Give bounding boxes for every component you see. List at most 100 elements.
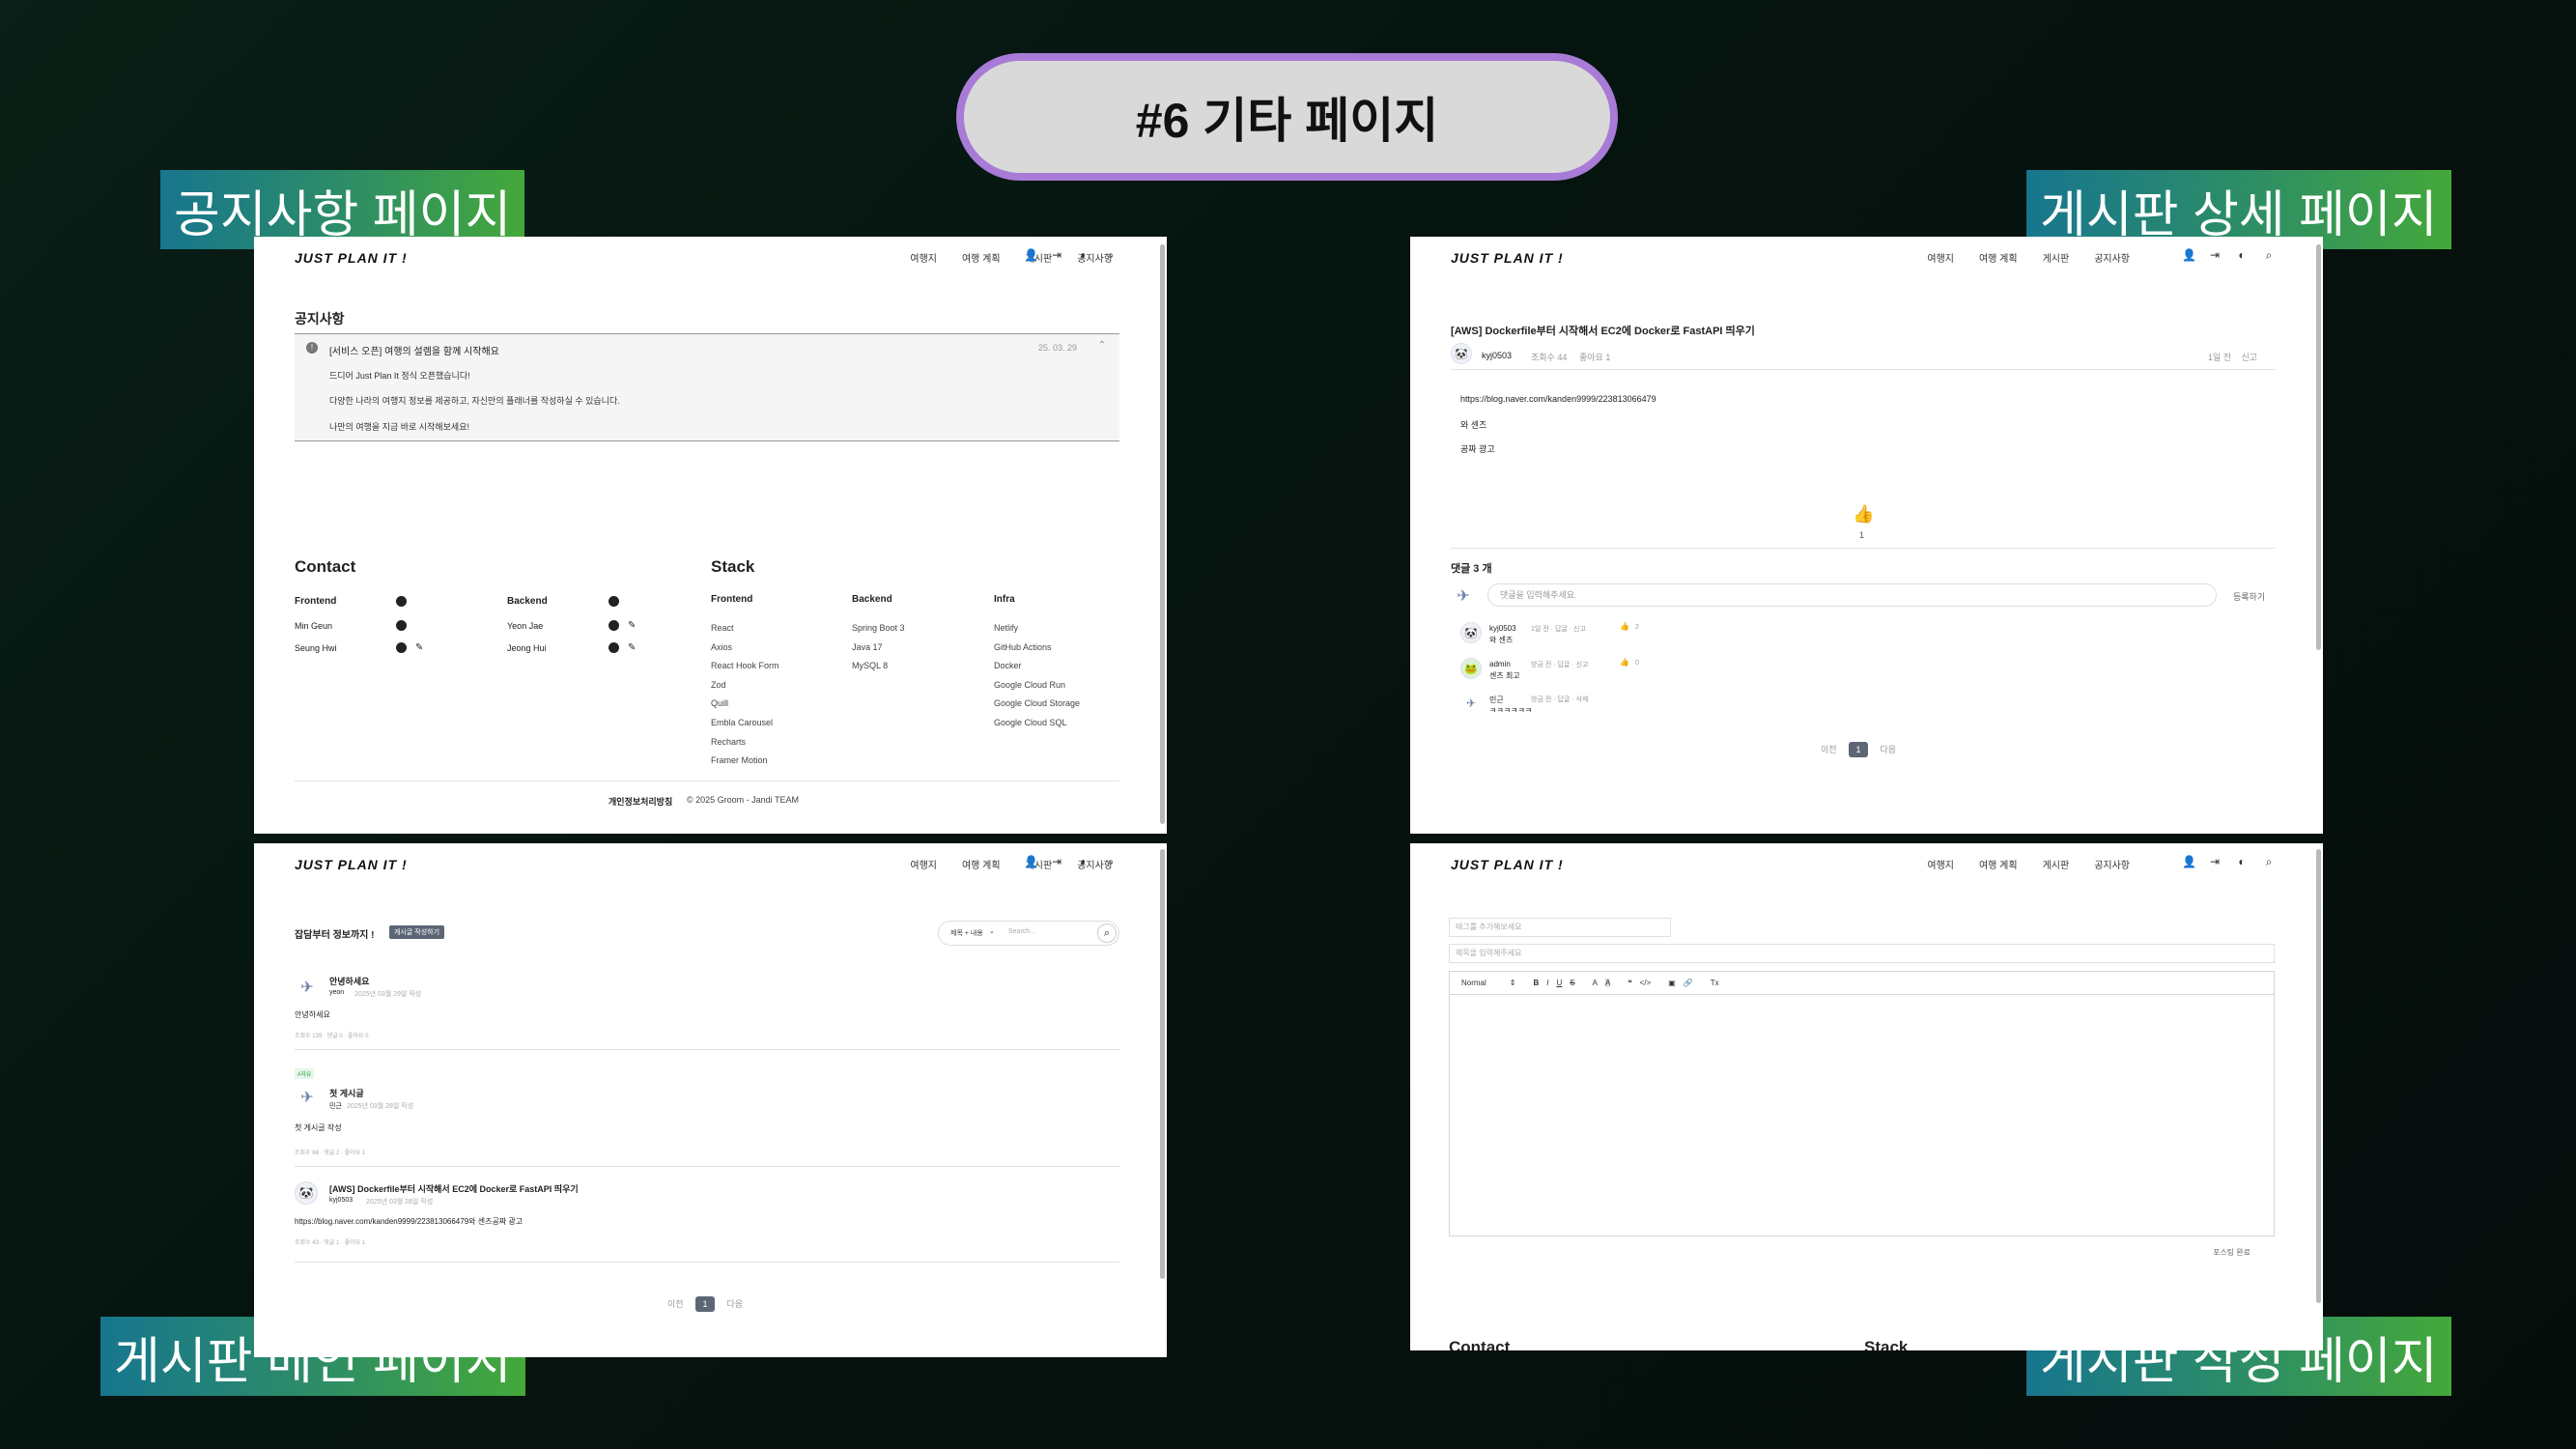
author-avatar: 🐼 — [295, 1181, 318, 1205]
text-color-icon[interactable]: A — [1593, 979, 1598, 987]
submit-comment-button[interactable]: 등록하기 — [2233, 590, 2265, 603]
privacy-link[interactable]: 개인정보처리방침 — [609, 795, 672, 808]
logo[interactable]: JUST PLAN IT ! — [1451, 250, 1564, 266]
github-icon[interactable] — [609, 596, 619, 607]
thumbs-up-icon[interactable]: 👍 — [1620, 658, 1629, 667]
page-1[interactable]: 1 — [1849, 742, 1869, 757]
comment-text: 센즈 최고 — [1489, 671, 1520, 680]
title-input[interactable]: 제목을 입력해주세요 — [1449, 944, 2275, 963]
logo[interactable]: JUST PLAN IT ! — [295, 250, 408, 266]
report-link[interactable]: 신고 — [2241, 351, 2257, 363]
page-1[interactable]: 1 — [695, 1296, 716, 1312]
github-icon[interactable] — [396, 620, 407, 631]
post-title[interactable]: 첫 게시글 — [329, 1087, 364, 1099]
logo[interactable]: JUST PLAN IT ! — [295, 857, 408, 872]
post-author: 민근 — [329, 1103, 342, 1110]
search-icon[interactable]: ⌕ — [1097, 923, 1117, 943]
post-title[interactable]: 안녕하세요 — [329, 975, 369, 987]
search-filter-select[interactable]: 제목 + 내용 — [950, 928, 983, 938]
comment-input[interactable]: 댓글을 입력해주세요. — [1487, 583, 2217, 607]
prev-page[interactable]: 이전 — [667, 1299, 684, 1309]
frontend-stack-label: Frontend — [711, 594, 753, 605]
pagination: 이전 1 다음 — [1821, 740, 1896, 757]
user-icon[interactable]: 👤 — [2182, 248, 2196, 263]
nav-item-destinations[interactable]: 여행지 — [910, 857, 937, 871]
nav-item-destinations[interactable]: 여행지 — [1927, 250, 1954, 265]
post-body-line: 와 센즈 — [1460, 420, 1487, 430]
format-select[interactable]: Normal — [1461, 979, 1486, 987]
chevron-up-icon[interactable]: ⌃ — [1098, 340, 1106, 351]
search-icon[interactable]: ⌕ — [2263, 855, 2275, 869]
next-page[interactable]: 다음 — [726, 1299, 743, 1309]
search-input[interactable]: Search... — [1008, 928, 1035, 935]
strike-icon[interactable]: S — [1570, 979, 1574, 987]
dark-mode-icon[interactable]: ◐ — [1078, 855, 1090, 869]
github-icon[interactable] — [609, 642, 619, 653]
logo[interactable]: JUST PLAN IT ! — [1451, 857, 1564, 872]
nav-item-plans[interactable]: 여행 계획 — [962, 250, 1001, 265]
write-post-button[interactable]: 게시글 작성하기 — [389, 925, 445, 939]
notice-body-1: 드디어 Just Plan It 정식 오픈했습니다! — [329, 371, 470, 381]
next-page[interactable]: 다음 — [1880, 745, 1896, 754]
post-excerpt: 첫 게시글 작성 — [295, 1123, 342, 1132]
nav-item-plans[interactable]: 여행 계획 — [962, 857, 1001, 871]
post-stats: 조회수 66 · 댓글 2 · 좋아요 1 — [295, 1151, 366, 1156]
underline-icon[interactable]: U — [1557, 979, 1563, 987]
github-icon[interactable] — [609, 620, 619, 631]
dark-mode-icon[interactable]: ◐ — [1078, 248, 1090, 263]
nav-item-plans[interactable]: 여행 계획 — [1979, 857, 2018, 871]
detail-page-screenshot: JUST PLAN IT ! 여행지 여행 계획 게시판 공지사항 👤 ⇥ ◐ … — [1410, 237, 2323, 834]
post-body-link[interactable]: https://blog.naver.com/kanden9999/223813… — [1460, 394, 1656, 404]
user-icon[interactable]: 👤 — [1024, 855, 1038, 869]
editor-body[interactable] — [1450, 995, 2274, 1236]
bold-icon[interactable]: B — [1533, 979, 1539, 987]
submit-post-button[interactable]: 포스팅 완료 — [2213, 1247, 2250, 1258]
user-icon[interactable]: 👤 — [2182, 855, 2196, 869]
github-icon[interactable] — [396, 642, 407, 653]
velog-icon[interactable]: ✎ — [628, 642, 638, 653]
nav-item-notice[interactable]: 공지사항 — [2094, 250, 2130, 265]
dark-mode-icon[interactable]: ◐ — [2236, 248, 2248, 263]
velog-icon[interactable]: ✎ — [628, 620, 638, 631]
infra-stack-label: Infra — [994, 594, 1015, 605]
prev-page[interactable]: 이전 — [1821, 745, 1837, 754]
background-color-icon[interactable]: A — [1604, 979, 1611, 987]
velog-icon[interactable]: ✎ — [415, 642, 426, 653]
code-icon[interactable]: </> — [1640, 979, 1652, 987]
nav-item-notice[interactable]: 공지사항 — [2094, 857, 2130, 871]
nav-item-board[interactable]: 게시판 — [2043, 250, 2070, 265]
logout-icon[interactable]: ⇥ — [2209, 248, 2221, 263]
plane-avatar: ✈ — [300, 980, 314, 996]
user-icon[interactable]: 👤 — [1024, 248, 1038, 263]
search-icon[interactable]: ⌕ — [1105, 855, 1117, 869]
nav-item-plans[interactable]: 여행 계획 — [1979, 250, 2018, 265]
logout-icon[interactable]: ⇥ — [2209, 855, 2221, 869]
nav-item-destinations[interactable]: 여행지 — [1927, 857, 1954, 871]
logout-icon[interactable]: ⇥ — [1051, 855, 1062, 869]
clear-format-icon[interactable]: Tx — [1711, 979, 1719, 987]
post-author: kyj0503 — [329, 1197, 354, 1204]
thumbs-up-icon[interactable]: 👍 — [1853, 504, 1874, 525]
github-icon[interactable] — [396, 596, 407, 607]
stack-heading: Stack — [711, 557, 755, 576]
italic-icon[interactable]: I — [1546, 979, 1548, 987]
search-icon[interactable]: ⌕ — [1105, 248, 1117, 263]
nav-item-board[interactable]: 게시판 — [2043, 857, 2070, 871]
quote-icon[interactable]: ❝ — [1628, 979, 1631, 987]
comment-author: kyj0503 — [1489, 624, 1516, 633]
post-tag[interactable]: #자유 — [295, 1068, 315, 1079]
post-title[interactable]: [AWS] Dockerfile부터 시작해서 EC2에 Docker로 Fas… — [329, 1182, 579, 1195]
comment-avatar: 🐸 — [1460, 658, 1482, 679]
write-page-screenshot: JUST PLAN IT ! 여행지 여행 계획 게시판 공지사항 👤 ⇥ ◐ … — [1410, 843, 2323, 1350]
dark-mode-icon[interactable]: ◐ — [2236, 855, 2248, 869]
nav-item-destinations[interactable]: 여행지 — [910, 250, 937, 265]
image-icon[interactable]: ▣ — [1668, 979, 1676, 987]
search-icon[interactable]: ⌕ — [2263, 248, 2275, 263]
notice-item[interactable]: ! [서비스 오픈] 여행의 설렘을 함께 시작해요 25. 03. 29 ⌃ … — [295, 334, 1119, 440]
post-date: 2025년 03월 28일 작성 — [366, 1199, 434, 1206]
tag-input[interactable]: 태그를 추가해보세요 — [1449, 918, 1671, 937]
board-heading: 잡담부터 정보까지 ! — [295, 930, 375, 941]
thumbs-up-icon[interactable]: 👍 — [1620, 622, 1629, 631]
link-icon[interactable]: 🔗 — [1684, 979, 1693, 987]
logout-icon[interactable]: ⇥ — [1051, 248, 1062, 263]
